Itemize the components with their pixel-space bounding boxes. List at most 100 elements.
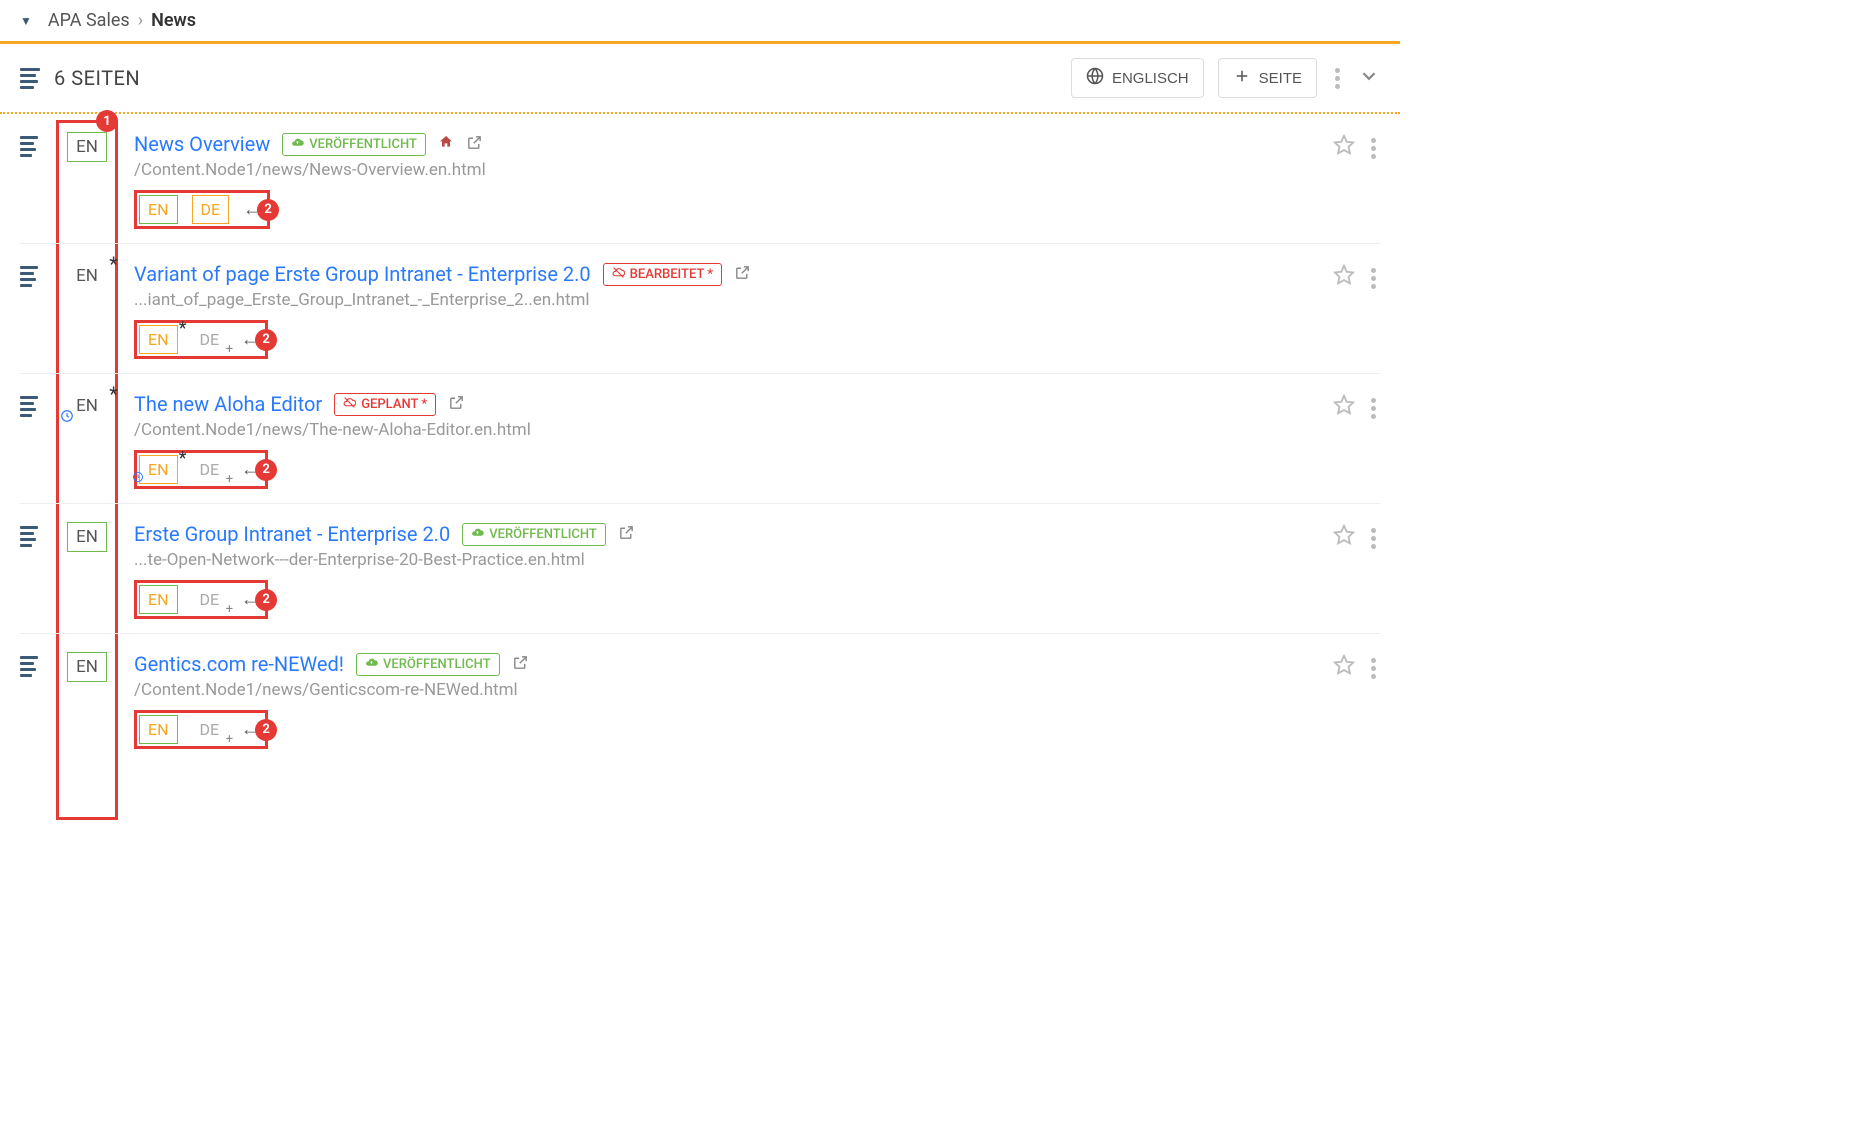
status-badge-text: VERÖFFENTLICHT xyxy=(383,657,491,672)
plus-icon xyxy=(1233,67,1251,89)
favorite-star-icon[interactable] xyxy=(1333,134,1355,160)
add-page-button[interactable]: SEITE xyxy=(1218,58,1317,98)
page-path: /Content.Node1/news/The-new-Aloha-Editor… xyxy=(134,420,1315,440)
lang-pill[interactable]: EN* xyxy=(139,325,178,354)
annotation-badge-2: 2 xyxy=(255,459,277,481)
lang-pill[interactable]: EN* xyxy=(139,455,178,484)
lang-pill[interactable]: EN xyxy=(139,585,178,614)
lang-pill[interactable]: DE+ xyxy=(192,456,228,483)
row-more-icon[interactable] xyxy=(1367,264,1380,293)
home-icon xyxy=(438,134,454,154)
status-badge-icon xyxy=(365,656,378,673)
external-link-icon[interactable] xyxy=(734,264,751,285)
lang-pill[interactable]: DE xyxy=(192,195,230,224)
modified-star-icon: * xyxy=(179,448,187,469)
page-type-icon xyxy=(20,522,40,619)
language-button-label: ENGLISCH xyxy=(1112,70,1189,87)
breadcrumb-dropdown-icon[interactable]: ▼ xyxy=(20,14,32,28)
external-link-icon[interactable] xyxy=(466,134,483,155)
row-actions xyxy=(1333,522,1380,619)
page-count-title: 6 SEITEN xyxy=(54,66,140,90)
status-badge-text: VERÖFFENTLICHT xyxy=(309,137,417,152)
lang-main-indicator[interactable]: EN xyxy=(67,652,107,682)
page-title-link[interactable]: The new Aloha Editor xyxy=(134,392,322,416)
status-badge: VERÖFFENTLICHT xyxy=(356,653,500,676)
add-page-button-label: SEITE xyxy=(1259,70,1302,87)
status-badge-text: BEARBEITET * xyxy=(630,267,713,282)
lang-indicator-wrap: EN xyxy=(58,132,116,229)
chevron-down-icon[interactable] xyxy=(1358,65,1380,91)
lang-pill[interactable]: DE+ xyxy=(192,326,228,353)
lang-main-indicator[interactable]: EN xyxy=(67,132,107,162)
row-more-icon[interactable] xyxy=(1367,524,1380,553)
status-badge: BEARBEITET * xyxy=(603,263,722,286)
annotation-badge-1: 1 xyxy=(96,110,118,132)
lang-indicator-wrap: EN* xyxy=(58,262,116,359)
external-link-icon[interactable] xyxy=(448,394,465,415)
breadcrumb-current: News xyxy=(151,10,196,31)
modified-star-icon: * xyxy=(109,252,118,276)
lang-main-indicator[interactable]: EN* xyxy=(68,262,106,290)
page-list: 1 ENNews OverviewVERÖFFENTLICHT/Content.… xyxy=(0,114,1400,763)
page-row: EN Erste Group Intranet - Enterprise 2.0 V… xyxy=(20,504,1380,634)
external-link-icon[interactable] xyxy=(512,654,529,675)
language-button[interactable]: ENGLISCH xyxy=(1071,58,1204,98)
status-badge: VERÖFFENTLICHT xyxy=(282,133,426,156)
page-row: EN News Overview VERÖFFENTLICHT/Content.No… xyxy=(20,114,1380,244)
status-badge-text: VERÖFFENTLICHT xyxy=(489,527,597,542)
lang-variants-row: EN*DE+←2 xyxy=(134,450,268,489)
favorite-star-icon[interactable] xyxy=(1333,264,1355,290)
page-path: /Content.Node1/news/Genticscom-re-NEWed.… xyxy=(134,680,1315,700)
page-content: Gentics.com re-NEWed! VERÖFFENTLICHT/Cont… xyxy=(134,652,1315,749)
page-content: News Overview VERÖFFENTLICHT/Content.Node… xyxy=(134,132,1315,229)
row-more-icon[interactable] xyxy=(1367,134,1380,163)
lang-variants-row: EN*DE+←2 xyxy=(134,320,268,359)
lang-indicator-wrap: EN xyxy=(58,652,116,749)
lang-variants-row: ENDE←2 xyxy=(134,190,270,229)
page-row: EN* The new Aloha Editor GEPLANT * /Content… xyxy=(20,374,1380,504)
page-title-link[interactable]: Erste Group Intranet - Enterprise 2.0 xyxy=(134,522,450,546)
lang-variants-row: ENDE+←2 xyxy=(134,580,268,619)
row-actions xyxy=(1333,652,1380,749)
status-badge: GEPLANT * xyxy=(334,393,436,416)
status-badge-icon xyxy=(343,396,356,413)
menu-icon[interactable] xyxy=(20,68,40,89)
row-actions xyxy=(1333,132,1380,229)
lang-pill[interactable]: EN xyxy=(139,715,178,744)
external-link-icon[interactable] xyxy=(618,524,635,545)
lang-main-indicator[interactable]: EN* xyxy=(68,392,106,420)
page-content: Erste Group Intranet - Enterprise 2.0 VER… xyxy=(134,522,1315,619)
lang-pill[interactable]: EN xyxy=(139,195,178,224)
more-options-icon[interactable] xyxy=(1331,64,1344,93)
scheduled-clock-icon xyxy=(132,468,144,487)
page-path: /Content.Node1/news/News-Overview.en.htm… xyxy=(134,160,1315,180)
row-actions xyxy=(1333,392,1380,489)
row-more-icon[interactable] xyxy=(1367,654,1380,683)
status-badge-icon xyxy=(291,136,304,153)
page-content: The new Aloha Editor GEPLANT * /Content.No… xyxy=(134,392,1315,489)
favorite-star-icon[interactable] xyxy=(1333,524,1355,550)
annotation-badge-2: 2 xyxy=(255,589,277,611)
status-badge-text: GEPLANT * xyxy=(361,397,427,412)
favorite-star-icon[interactable] xyxy=(1333,654,1355,680)
favorite-star-icon[interactable] xyxy=(1333,394,1355,420)
page-type-icon xyxy=(20,392,40,489)
page-title-link[interactable]: News Overview xyxy=(134,132,270,156)
page-title-link[interactable]: Variant of page Erste Group Intranet - E… xyxy=(134,262,591,286)
lang-main-indicator[interactable]: EN xyxy=(67,522,107,552)
page-title-link[interactable]: Gentics.com re-NEWed! xyxy=(134,652,344,676)
row-actions xyxy=(1333,262,1380,359)
lang-pill[interactable]: DE+ xyxy=(192,716,228,743)
lang-pill[interactable]: DE+ xyxy=(192,586,228,613)
modified-star-icon: * xyxy=(109,382,118,406)
annotation-badge-2: 2 xyxy=(257,199,279,221)
page-content: Variant of page Erste Group Intranet - E… xyxy=(134,262,1315,359)
status-badge-icon xyxy=(612,266,625,283)
toolbar: 6 SEITEN ENGLISCH SEITE xyxy=(0,44,1400,112)
row-more-icon[interactable] xyxy=(1367,394,1380,423)
page-path: ...te-Open-Network---der-Enterprise-20-B… xyxy=(134,550,1315,570)
breadcrumb-parent[interactable]: APA Sales xyxy=(48,10,130,31)
add-plus-icon: + xyxy=(226,342,233,357)
add-plus-icon: + xyxy=(226,732,233,747)
breadcrumb: ▼ APA Sales › News xyxy=(0,0,1400,41)
